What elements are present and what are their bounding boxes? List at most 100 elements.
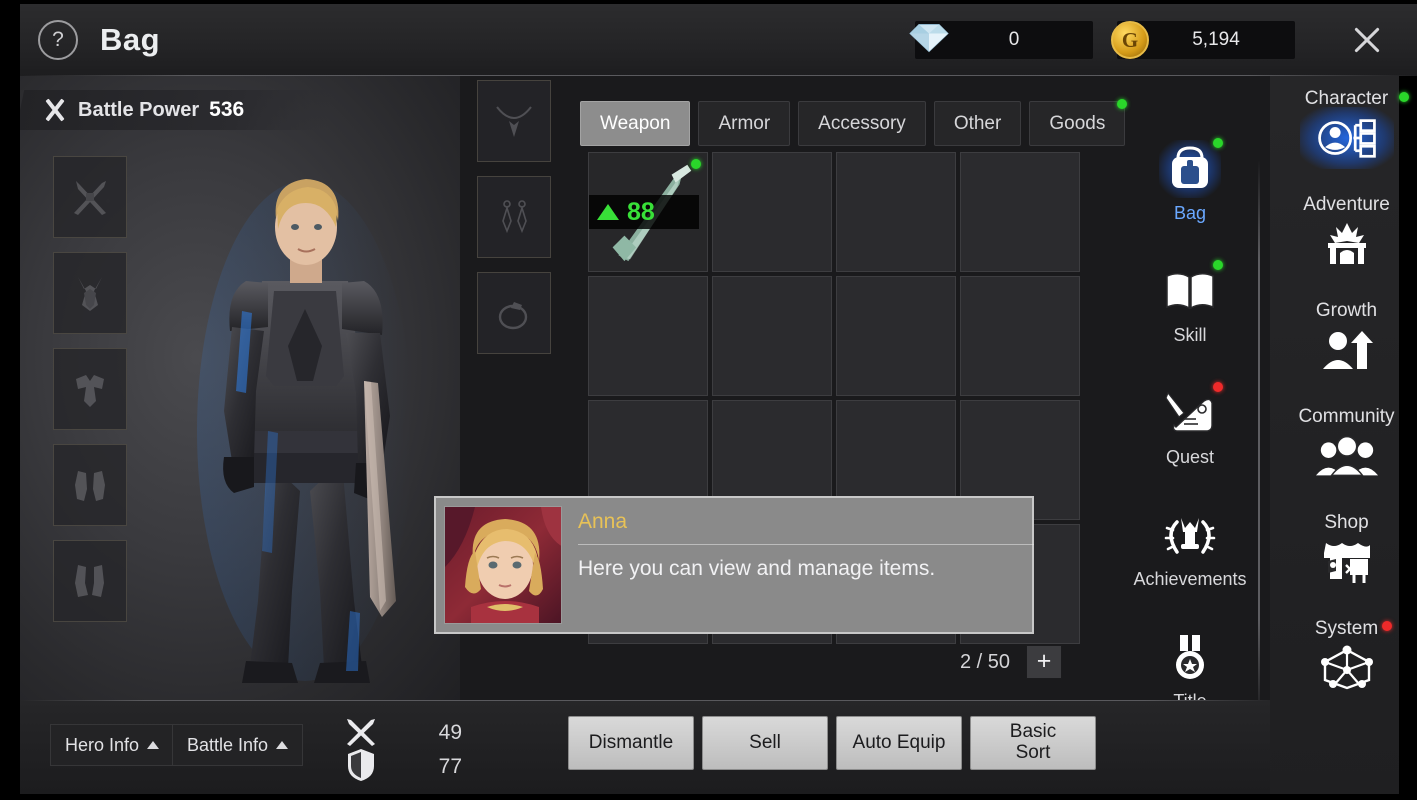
- basic-sort-line2: Sort: [1015, 742, 1051, 763]
- item-level-badge: 88: [589, 195, 699, 229]
- inventory-capacity-row: 2 / 50 +: [960, 645, 1063, 679]
- equip-slot-chest[interactable]: [53, 348, 127, 430]
- menu-item-skill[interactable]: Skill: [1159, 260, 1223, 346]
- menu-item-bag[interactable]: Bag: [1159, 138, 1223, 224]
- basic-sort-line1: Basic: [1009, 721, 1057, 743]
- help-icon[interactable]: ?: [38, 20, 78, 60]
- character-model: [150, 131, 460, 691]
- side-item-growth-label: Growth: [1315, 300, 1378, 321]
- tab-other-label: Other: [953, 112, 1002, 134]
- side-item-growth[interactable]: Growth: [1276, 300, 1417, 376]
- hero-info-button[interactable]: Hero Info: [50, 724, 175, 766]
- tab-armor-label: Armor: [718, 112, 771, 134]
- new-badge-icon: [1117, 99, 1128, 109]
- menu-item-bag-label: Bag: [1173, 203, 1207, 223]
- sell-button[interactable]: Sell: [702, 716, 828, 770]
- necklace-icon: [496, 106, 532, 137]
- dismantle-button[interactable]: Dismantle: [568, 716, 694, 770]
- side-item-adventure[interactable]: Adventure: [1276, 194, 1417, 270]
- combat-stats: 49 77: [344, 718, 462, 782]
- people-group-icon: [1315, 430, 1379, 482]
- side-item-adventure-label: Adventure: [1303, 194, 1390, 215]
- weapon-icon: [74, 181, 106, 215]
- tab-goods[interactable]: Goods: [1029, 99, 1128, 146]
- equipment-slot-list: [53, 156, 127, 622]
- inventory-empty-slot[interactable]: [960, 152, 1080, 272]
- equip-slot-weapon[interactable]: [53, 156, 127, 238]
- upgrade-arrow-icon: [597, 204, 619, 220]
- bottom-bar: Hero Info Battle Info 49 77 Dismantle Se…: [20, 700, 1270, 794]
- gold-symbol: G: [1111, 21, 1149, 59]
- defense-value: 77: [438, 755, 462, 778]
- chevron-up-icon: [147, 741, 160, 749]
- letterbox-bottom: [0, 794, 1417, 800]
- tab-other[interactable]: Other: [933, 101, 1022, 146]
- battle-info-label: Battle Info: [187, 734, 269, 755]
- page-title: Bag: [100, 22, 161, 57]
- inventory-tab-bar: Weapon Armor Accessory Other Goods: [580, 99, 1128, 146]
- inventory-empty-slot[interactable]: [960, 276, 1080, 396]
- tab-weapon[interactable]: Weapon: [580, 101, 691, 146]
- side-item-community[interactable]: Community: [1276, 406, 1417, 482]
- equip-slot-necklace[interactable]: [477, 80, 551, 162]
- battle-power-value: 536: [209, 98, 245, 121]
- menu-item-quest[interactable]: Quest: [1159, 382, 1223, 468]
- attack-swords-icon: [347, 719, 375, 746]
- inventory-empty-slot[interactable]: [712, 152, 832, 272]
- person-arrow-up-icon: [1315, 324, 1379, 376]
- currency-diamond[interactable]: 0: [909, 21, 1093, 59]
- dialogue-speaker: Anna: [578, 510, 628, 533]
- auto-equip-button[interactable]: Auto Equip: [836, 716, 962, 770]
- earring-icon: [502, 200, 527, 234]
- network-nodes-icon: [1315, 642, 1379, 694]
- tab-armor[interactable]: Armor: [698, 101, 791, 146]
- side-item-character[interactable]: Character: [1276, 88, 1417, 169]
- equip-slot-ring[interactable]: [477, 272, 551, 354]
- tab-accessory-label: Accessory: [818, 112, 906, 134]
- battle-info-button[interactable]: Battle Info: [172, 724, 304, 766]
- menu-item-achievements[interactable]: Achievements: [1133, 506, 1247, 590]
- tutorial-dialogue[interactable]: Anna Here you can view and manage items.: [434, 496, 1034, 634]
- crossed-swords-icon: [42, 98, 68, 122]
- inventory-empty-slot[interactable]: [836, 276, 956, 396]
- menu-item-skill-label: Skill: [1173, 325, 1207, 345]
- market-stall-icon: [1315, 536, 1379, 588]
- close-icon[interactable]: [1347, 20, 1387, 60]
- equip-slot-gloves[interactable]: [53, 444, 127, 526]
- side-item-shop[interactable]: Shop: [1276, 512, 1417, 588]
- side-item-community-label: Community: [1298, 406, 1395, 427]
- inventory-item-slot[interactable]: 88: [588, 152, 708, 272]
- game-screen: ? Bag 0 G 5,194 Battle Power 536 Weapon …: [0, 0, 1417, 800]
- dialogue-text: Here you can view and manage items.: [578, 557, 936, 580]
- side-item-shop-label: Shop: [1324, 512, 1369, 533]
- capacity-text: 2 / 50: [960, 650, 1011, 673]
- equip-slot-boots[interactable]: [53, 540, 127, 622]
- character-org-icon: [1299, 107, 1394, 169]
- basic-sort-button[interactable]: Basic Sort: [970, 716, 1096, 770]
- tab-weapon-label: Weapon: [600, 112, 671, 134]
- diamond-icon: [909, 23, 949, 58]
- equip-slot-earring[interactable]: [477, 176, 551, 258]
- battle-power-banner: Battle Power 536: [20, 90, 335, 130]
- backpack-icon: [1159, 138, 1223, 198]
- currency-gold[interactable]: G 5,194: [1111, 21, 1295, 59]
- ring-icon: [498, 302, 528, 330]
- currency-group: 0 G 5,194: [909, 20, 1417, 60]
- new-badge-icon: [691, 159, 701, 169]
- new-badge-icon: [1213, 138, 1223, 148]
- chest-armor-icon: [76, 375, 104, 407]
- side-item-system[interactable]: System: [1276, 618, 1417, 694]
- inventory-empty-slot[interactable]: [588, 276, 708, 396]
- gold-coin-icon: G: [1111, 21, 1149, 59]
- inventory-empty-slot[interactable]: [712, 276, 832, 396]
- tab-accessory[interactable]: Accessory: [798, 101, 926, 146]
- book-icon: [1159, 260, 1223, 320]
- expand-slots-button[interactable]: +: [1026, 645, 1063, 679]
- feature-menu-column: Bag Skill Quest Achievements: [1130, 138, 1250, 712]
- inventory-empty-slot[interactable]: [836, 152, 956, 272]
- top-bar: ? Bag 0 G 5,194: [20, 4, 1417, 76]
- dialogue-body: Anna Here you can view and manage items.: [562, 506, 1034, 624]
- hero-info-label: Hero Info: [65, 734, 140, 755]
- equip-slot-helmet[interactable]: [53, 252, 127, 334]
- side-menu-column: Character Adventure Growth Community Sho…: [1276, 88, 1417, 694]
